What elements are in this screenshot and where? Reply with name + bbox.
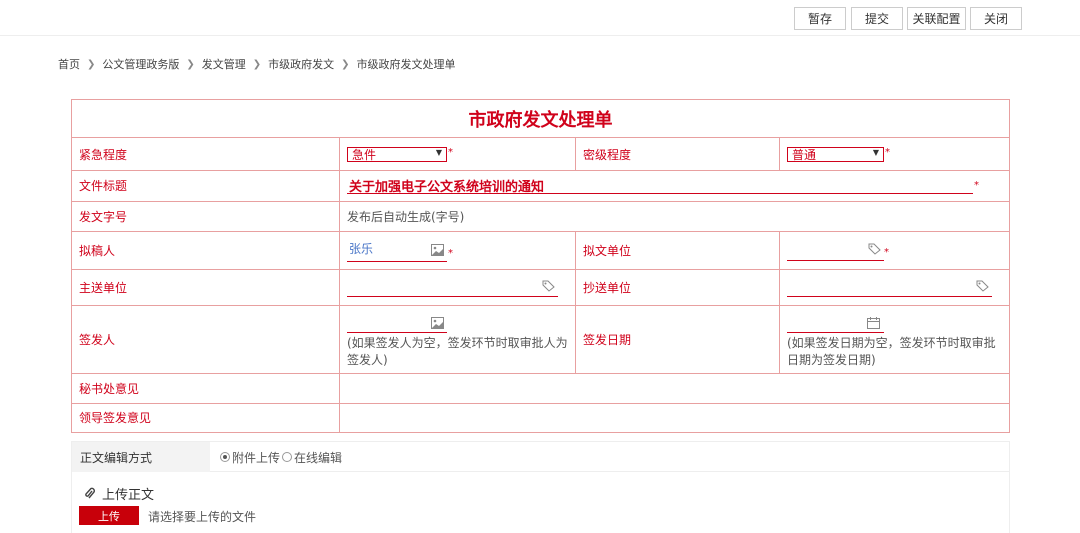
divider bbox=[575, 231, 576, 373]
input-underline bbox=[347, 296, 558, 297]
form-title: 市政府发文处理单 bbox=[72, 100, 1009, 138]
input-underline bbox=[347, 193, 973, 194]
chevron-right-icon: ❯ bbox=[252, 58, 262, 70]
divider bbox=[779, 231, 780, 373]
input-underline bbox=[347, 332, 447, 333]
option-attachment-label[interactable]: 附件上传 bbox=[232, 449, 280, 466]
tag-icon[interactable] bbox=[976, 280, 989, 292]
upload-body-heading: 上传正文 bbox=[84, 484, 154, 503]
divider bbox=[72, 269, 1009, 270]
leader-opinion-field[interactable] bbox=[340, 404, 1008, 432]
required-mark: * bbox=[885, 147, 890, 158]
input-underline bbox=[787, 296, 992, 297]
secretary-opinion-field[interactable] bbox=[340, 374, 1008, 403]
required-mark: * bbox=[884, 247, 889, 258]
option-online-label[interactable]: 在线编辑 bbox=[294, 449, 342, 466]
edit-mode-options: 附件上传 在线编辑 bbox=[220, 442, 342, 472]
leader-opinion-label: 领导签发意见 bbox=[79, 411, 152, 425]
divider bbox=[575, 138, 576, 170]
drafter-label: 拟稿人 bbox=[79, 243, 116, 258]
radio-online-edit[interactable] bbox=[282, 452, 293, 462]
input-underline bbox=[787, 260, 884, 261]
breadcrumb-item-current: 市级政府发文处理单 bbox=[356, 58, 456, 71]
divider bbox=[72, 305, 1009, 306]
upload-button[interactable]: 上传 bbox=[79, 506, 139, 525]
signer-hint: (如果签发人为空，签发环节时取审批人为签发人) bbox=[347, 336, 568, 367]
main-recipient-label: 主送单位 bbox=[79, 280, 128, 295]
top-toolbar: 暂存 提交 关联配置 关闭 bbox=[0, 0, 1080, 36]
dispatch-form: 市政府发文处理单 紧急程度 急件 ▼ * 密级程度 普通 ▼ * 文件标题 关于… bbox=[71, 99, 1010, 433]
input-underline bbox=[347, 261, 447, 262]
chevron-right-icon: ❯ bbox=[341, 58, 350, 70]
breadcrumb: 首页 ❯ 公文管理政务版 ❯ 发文管理 ❯ 市级政府发文 ❯ 市级政府发文处理单 bbox=[58, 56, 456, 72]
secrecy-label: 密级程度 bbox=[583, 147, 632, 162]
tag-icon[interactable] bbox=[542, 280, 555, 292]
edit-mode-label: 正文编辑方式 bbox=[72, 442, 210, 472]
paperclip-icon bbox=[85, 487, 95, 499]
urgency-label: 紧急程度 bbox=[79, 147, 128, 162]
secretary-opinion-label: 秘书处意见 bbox=[79, 381, 140, 396]
doc-title-input[interactable]: 关于加强电子公文系统培训的通知 bbox=[349, 170, 544, 201]
image-icon[interactable] bbox=[431, 317, 444, 329]
urgency-value: 急件 bbox=[352, 148, 377, 162]
radio-attachment-upload[interactable] bbox=[220, 452, 230, 462]
doc-title-label: 文件标题 bbox=[79, 179, 128, 193]
sign-date-hint: (如果签发日期为空，签发环节时取审批日期为签发日期) bbox=[787, 336, 996, 367]
input-underline bbox=[787, 332, 884, 333]
save-draft-button[interactable]: 暂存 bbox=[794, 7, 846, 30]
secrecy-select[interactable]: 普通 ▼ bbox=[787, 147, 884, 162]
breadcrumb-item-city-send[interactable]: 市级政府发文 bbox=[268, 56, 334, 72]
breadcrumb-item-home[interactable]: 首页 bbox=[58, 56, 80, 72]
chevron-right-icon: ❯ bbox=[186, 58, 195, 70]
breadcrumb-item-gov-docs[interactable]: 公文管理政务版 bbox=[102, 56, 179, 72]
chevron-right-icon: ❯ bbox=[87, 58, 96, 70]
required-mark: * bbox=[448, 147, 453, 158]
divider bbox=[779, 138, 780, 170]
signer-label: 签发人 bbox=[79, 332, 116, 347]
upload-hint: 请选择要上传的文件 bbox=[148, 510, 257, 524]
upload-title-text: 上传正文 bbox=[102, 488, 155, 503]
submit-button[interactable]: 提交 bbox=[851, 7, 903, 30]
divider bbox=[72, 231, 1009, 232]
breadcrumb-item-send-mgmt[interactable]: 发文管理 bbox=[202, 56, 246, 72]
edit-mode-row: 正文编辑方式 附件上传 在线编辑 bbox=[72, 442, 1009, 472]
divider bbox=[72, 201, 1009, 202]
caret-down-icon: ▼ bbox=[872, 148, 879, 157]
required-mark: * bbox=[974, 180, 979, 191]
link-config-button[interactable]: 关联配置 bbox=[907, 7, 966, 30]
draft-unit-label: 拟文单位 bbox=[583, 243, 632, 258]
caret-down-icon: ▼ bbox=[435, 148, 442, 157]
urgency-select[interactable]: 急件 ▼ bbox=[347, 147, 447, 162]
image-icon[interactable] bbox=[431, 244, 444, 256]
cc-unit-label: 抄送单位 bbox=[583, 280, 632, 295]
calendar-icon[interactable] bbox=[867, 317, 880, 329]
drafter-input[interactable]: 张乐 bbox=[349, 240, 373, 256]
doc-number-label: 发文字号 bbox=[79, 209, 128, 224]
secrecy-value: 普通 bbox=[792, 148, 817, 162]
required-mark: * bbox=[448, 248, 453, 259]
tag-icon[interactable] bbox=[868, 243, 881, 255]
doc-number-value: 发布后自动生成(字号) bbox=[347, 209, 465, 224]
sign-date-label: 签发日期 bbox=[583, 332, 632, 347]
close-button[interactable]: 关闭 bbox=[970, 7, 1022, 30]
body-editor-section: 正文编辑方式 附件上传 在线编辑 上传正文 上传 请选择要上传的文件 bbox=[71, 441, 1010, 533]
